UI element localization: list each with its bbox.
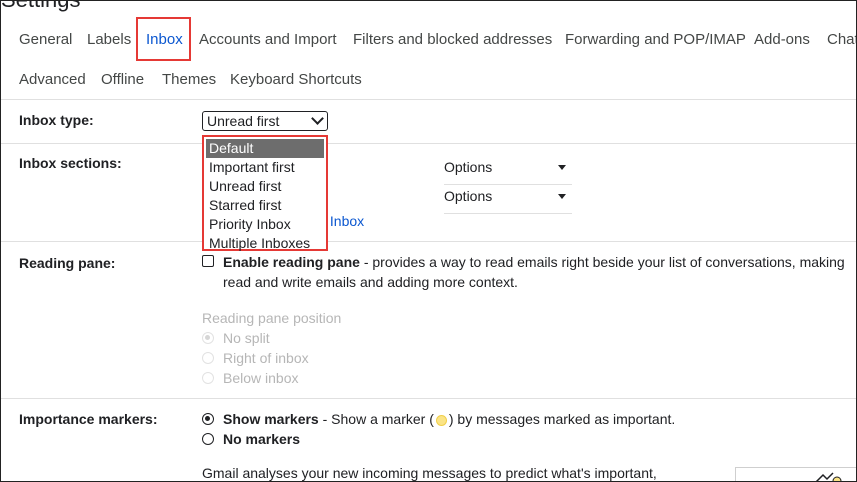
inbox-type-option-unread-first[interactable]: Unread first <box>206 177 324 196</box>
inbox-type-selected-value: Unread first <box>207 113 280 129</box>
inbox-type-option-starred-first[interactable]: Starred first <box>206 196 324 215</box>
section-1-options[interactable]: Options <box>444 157 572 185</box>
tab-keyboard-shortcuts[interactable]: Keyboard Shortcuts <box>230 69 362 91</box>
no-markers-radio[interactable] <box>202 433 214 445</box>
inbox-type-dropdown-list: Default Important first Unread first Sta… <box>202 135 328 251</box>
importance-footer-text: Gmail analyses your new incoming message… <box>202 465 657 481</box>
inbox-type-option-important-first[interactable]: Important first <box>206 158 324 177</box>
enable-reading-pane-desc-line-2: read and write emails and adding more co… <box>223 274 518 290</box>
tab-add-ons[interactable]: Add-ons <box>754 29 810 51</box>
settings-tabs-row-2: Advanced Offline Themes Keyboard Shortcu… <box>1 69 856 91</box>
reading-pane-label: Reading pane: <box>19 255 116 271</box>
inbox-type-option-default[interactable]: Default <box>206 139 324 158</box>
show-markers-desc-before: - Show a marker ( <box>318 411 434 427</box>
page-title: Settings <box>1 1 81 13</box>
tab-advanced[interactable]: Advanced <box>19 69 86 91</box>
show-markers-title: Show markers <box>223 411 319 427</box>
importance-markers-label: Importance markers: <box>19 411 158 427</box>
no-markers-title: No markers <box>223 431 301 447</box>
show-markers-desc-after: ) by messages marked as important. <box>448 411 676 427</box>
caret-down-icon <box>558 194 566 199</box>
marker-illustration-icon <box>815 472 842 481</box>
reading-pane-position-heading: Reading pane position <box>202 310 342 326</box>
enable-reading-pane-desc: - provides a way to read emails right be… <box>359 254 845 270</box>
tabs-divider <box>1 99 856 100</box>
no-markers-label: No markers <box>223 431 300 447</box>
enable-reading-pane-checkbox[interactable] <box>202 255 214 267</box>
tab-general[interactable]: General <box>19 29 72 51</box>
below-inbox-label: Below inbox <box>223 370 299 386</box>
right-of-inbox-radio[interactable] <box>202 352 214 364</box>
tab-labels[interactable]: Labels <box>87 29 131 51</box>
tab-forwarding-pop-imap[interactable]: Forwarding and POP/IMAP <box>565 29 746 51</box>
enable-reading-pane-title: Enable reading pane <box>223 254 360 270</box>
inbox-tab-highlight <box>136 17 191 61</box>
inbox-sections-label: Inbox sections: <box>19 155 122 171</box>
inbox-type-label: Inbox type: <box>19 112 94 128</box>
section-divider <box>1 241 856 242</box>
tab-accounts-and-import[interactable]: Accounts and Import <box>199 29 337 51</box>
inbox-type-select[interactable]: Unread first <box>202 111 328 131</box>
right-of-inbox-label: Right of inbox <box>223 350 309 366</box>
section-divider <box>1 143 856 144</box>
chevron-down-icon <box>311 112 324 125</box>
section-2-options-label: Options <box>444 188 493 204</box>
no-split-label: No split <box>223 330 270 346</box>
caret-down-icon <box>558 165 566 170</box>
section-2-options[interactable]: Options <box>444 186 572 214</box>
show-markers-radio[interactable] <box>202 413 214 425</box>
section-divider <box>1 398 856 399</box>
inbox-type-option-multiple-inboxes[interactable]: Multiple Inboxes <box>206 234 324 253</box>
below-inbox-radio[interactable] <box>202 372 214 384</box>
tab-chat[interactable]: Chat <box>827 29 856 51</box>
settings-tabs-row-1: General Labels Inbox Accounts and Import… <box>1 29 856 51</box>
importance-marker-icon <box>435 414 447 426</box>
tab-themes[interactable]: Themes <box>162 69 216 91</box>
enable-reading-pane-text: Enable reading pane - provides a way to … <box>223 254 845 270</box>
show-markers-text: Show markers - Show a marker ( ) by messa… <box>223 411 675 427</box>
inbox-type-option-priority-inbox[interactable]: Priority Inbox <box>206 215 324 234</box>
tab-filters-and-blocked[interactable]: Filters and blocked addresses <box>353 29 552 51</box>
section-1-options-label: Options <box>444 159 493 175</box>
tab-offline[interactable]: Offline <box>101 69 144 91</box>
no-split-radio[interactable] <box>202 332 214 344</box>
settings-window: Settings General Labels Inbox Accounts a… <box>0 0 857 482</box>
